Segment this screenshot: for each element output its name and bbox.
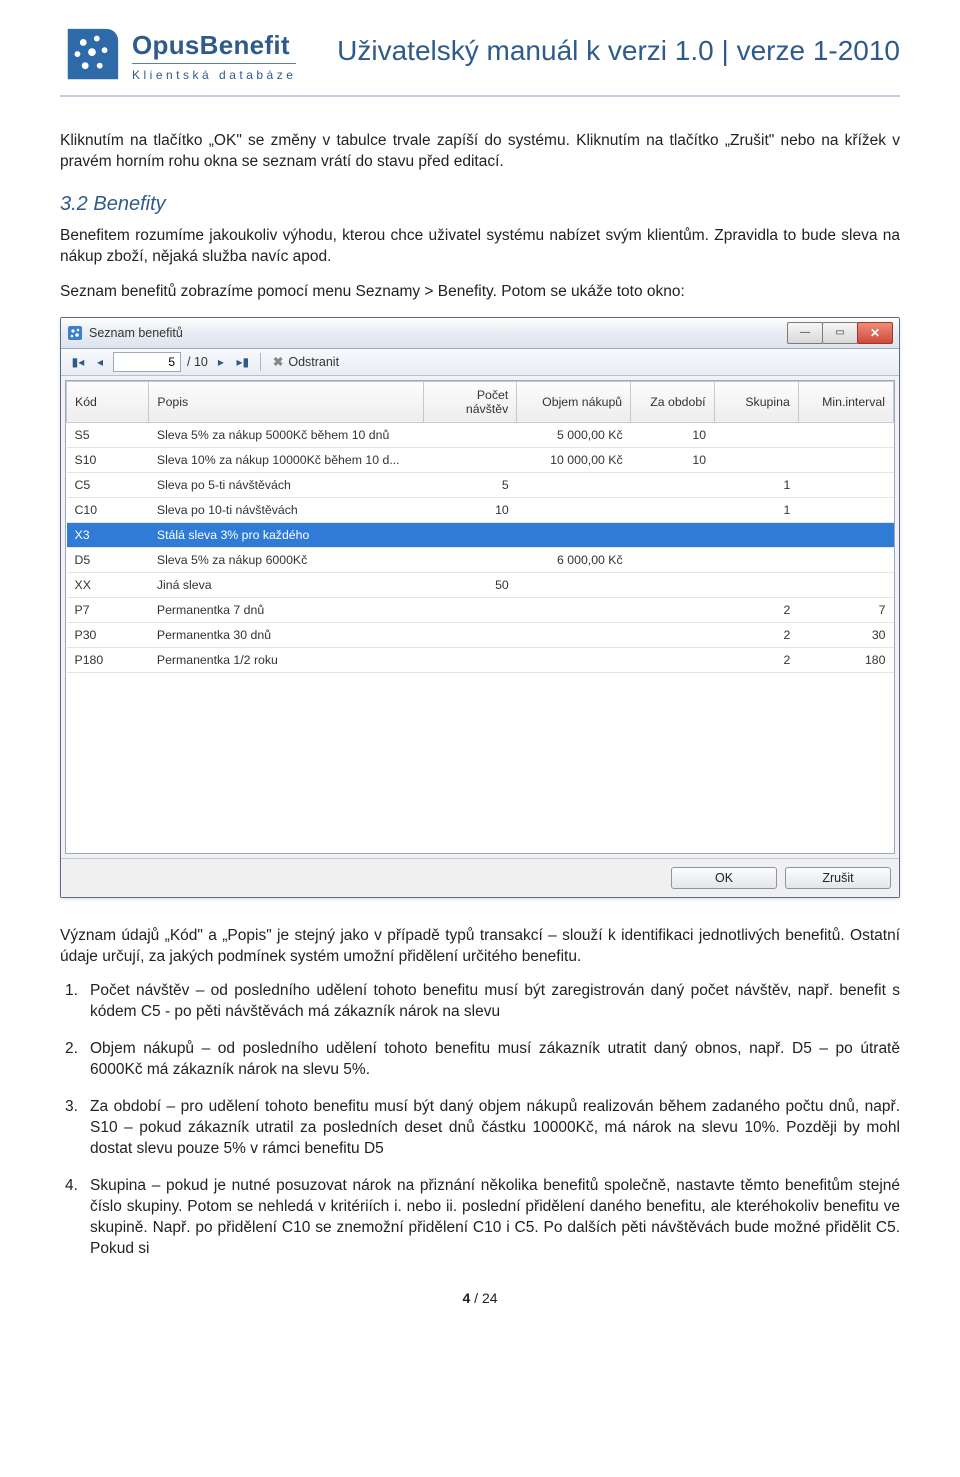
benefits-table[interactable]: Kód Popis Počet návštěv Objem nákupů Za … bbox=[66, 381, 894, 673]
remove-button[interactable]: ✖ Odstranit bbox=[269, 353, 343, 370]
table-row[interactable]: C5Sleva po 5-ti návštěvách51 bbox=[67, 472, 894, 497]
remove-label: Odstranit bbox=[288, 355, 339, 369]
window-icon bbox=[67, 325, 83, 341]
table-row[interactable]: S5Sleva 5% za nákup 5000Kč během 10 dnů5… bbox=[67, 422, 894, 447]
table-row[interactable]: XXJiná sleva50 bbox=[67, 572, 894, 597]
page-input[interactable] bbox=[113, 352, 181, 372]
table-row[interactable]: P180Permanentka 1/2 roku2180 bbox=[67, 647, 894, 672]
col-pocet[interactable]: Počet návštěv bbox=[424, 381, 517, 422]
section-heading: 3.2 Benefity bbox=[60, 193, 900, 216]
document-title: Uživatelský manuál k verzi 1.0 | verze 1… bbox=[316, 25, 900, 67]
list-item: Skupina – pokud je nutné posuzovat nárok… bbox=[60, 1176, 900, 1260]
col-objem[interactable]: Objem nákupů bbox=[517, 381, 631, 422]
col-min[interactable]: Min.interval bbox=[798, 381, 893, 422]
prev-page-button[interactable]: ◂ bbox=[91, 353, 109, 371]
section-paragraph-2: Seznam benefitů zobrazíme pomocí menu Se… bbox=[60, 282, 900, 303]
last-page-button[interactable]: ▸▮ bbox=[234, 353, 252, 371]
close-button[interactable]: ✕ bbox=[857, 322, 893, 344]
table-empty-area bbox=[66, 673, 894, 853]
ok-button[interactable]: OK bbox=[671, 867, 777, 889]
intro-paragraph: Kliknutím na tlačítko „OK" se změny v ta… bbox=[60, 131, 900, 173]
table-row[interactable]: S10Sleva 10% za nákup 10000Kč během 10 d… bbox=[67, 447, 894, 472]
delete-icon: ✖ bbox=[273, 354, 283, 369]
table-row[interactable]: P7Permanentka 7 dnů27 bbox=[67, 597, 894, 622]
col-skupina[interactable]: Skupina bbox=[714, 381, 798, 422]
page-total: / 10 bbox=[187, 355, 208, 369]
next-page-button[interactable]: ▸ bbox=[212, 353, 230, 371]
col-popis[interactable]: Popis bbox=[149, 381, 424, 422]
page-number: 4 / 24 bbox=[60, 1290, 900, 1306]
col-kod[interactable]: Kód bbox=[67, 381, 149, 422]
table-row[interactable]: C10Sleva po 10-ti návštěvách101 bbox=[67, 497, 894, 522]
table-row[interactable]: D5Sleva 5% za nákup 6000Kč6 000,00 Kč bbox=[67, 547, 894, 572]
benefits-window: Seznam benefitů — ▭ ✕ ▮◂ ◂ / 10 ▸ ▸▮ ✖ O… bbox=[60, 317, 900, 898]
list-item: Za období – pro udělení tohoto benefitu … bbox=[60, 1097, 900, 1160]
logo-subtitle: Klientská databáze bbox=[132, 63, 296, 82]
list-item: Objem nákupů – od posledního udělení toh… bbox=[60, 1039, 900, 1081]
cancel-button[interactable]: Zrušit bbox=[785, 867, 891, 889]
list-item: Počet návštěv – od posledního udělení to… bbox=[60, 981, 900, 1023]
criteria-list: Počet návštěv – od posledního udělení to… bbox=[60, 981, 900, 1259]
document-header: OpusBenefit Klientská databáze Uživatels… bbox=[60, 25, 900, 97]
logo-mark-icon bbox=[60, 25, 122, 87]
col-za[interactable]: Za období bbox=[631, 381, 714, 422]
logo-title: OpusBenefit bbox=[132, 30, 296, 61]
toolbar: ▮◂ ◂ / 10 ▸ ▸▮ ✖ Odstranit bbox=[61, 349, 899, 376]
first-page-button[interactable]: ▮◂ bbox=[69, 353, 87, 371]
after-paragraph: Význam údajů „Kód" a „Popis" je stejný j… bbox=[60, 926, 900, 968]
logo: OpusBenefit Klientská databáze bbox=[60, 25, 296, 87]
section-paragraph-1: Benefitem rozumíme jakoukoliv výhodu, kt… bbox=[60, 226, 900, 268]
window-title: Seznam benefitů bbox=[89, 326, 183, 340]
window-footer: OK Zrušit bbox=[61, 858, 899, 897]
table-row[interactable]: X3Stálá sleva 3% pro každého bbox=[67, 522, 894, 547]
maximize-button[interactable]: ▭ bbox=[822, 322, 858, 344]
titlebar: Seznam benefitů — ▭ ✕ bbox=[61, 318, 899, 349]
table-row[interactable]: P30Permanentka 30 dnů230 bbox=[67, 622, 894, 647]
minimize-button[interactable]: — bbox=[787, 322, 823, 344]
